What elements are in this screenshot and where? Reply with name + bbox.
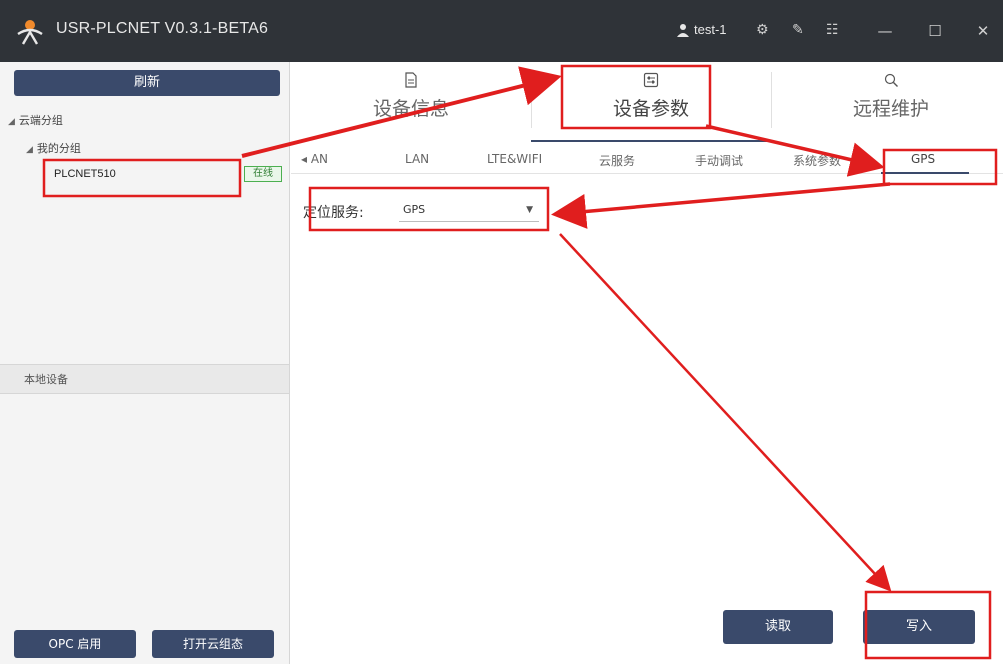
location-service-label: 定位服务: (303, 205, 364, 221)
subtab-system-params[interactable]: 系统参数 (793, 152, 841, 169)
tree-node-cloud-group[interactable]: ◢ 云端分组 (8, 112, 63, 128)
tab-divider (771, 72, 772, 128)
expand-arrow-icon: ◢ (8, 117, 15, 127)
tab-divider (531, 72, 532, 128)
cloud-group-label: 云端分组 (18, 114, 63, 127)
tab-label: 设备信息 (372, 98, 449, 120)
refresh-button[interactable]: 刷新 (14, 70, 280, 96)
edit-pen-icon[interactable]: ✎ (792, 22, 804, 38)
tab-label: 远程维护 (852, 98, 929, 120)
location-service-select[interactable]: GPS ▼ (399, 198, 539, 222)
tab-device-info[interactable]: 设备信息 (331, 68, 491, 136)
device-item-plcnet510[interactable]: PLCNET510 (54, 168, 116, 180)
device-sidebar: 刷新 ◢ 云端分组 ◢ 我的分组 PLCNET510 在线 本地设备 OPC 启用 … (0, 62, 290, 664)
active-tab-underline (531, 140, 771, 142)
user-icon (677, 23, 689, 37)
subtab-cloud-service[interactable]: 云服务 (599, 152, 635, 169)
open-cloud-config-button[interactable]: 打开云组态 (152, 630, 274, 658)
tree-node-my-group[interactable]: ◢ 我的分组 (26, 140, 81, 156)
opc-enable-button[interactable]: OPC 启用 (14, 630, 136, 658)
subtab-gps[interactable]: GPS (911, 152, 935, 166)
tab-label: 设备参数 (612, 98, 689, 120)
language-icon[interactable]: ☷ (826, 22, 839, 38)
app-logo-icon (17, 20, 43, 45)
sub-tab-bar: ◂ AN LAN LTE&WIFI 云服务 手动调试 系统参数 GPS (291, 146, 1003, 174)
active-subtab-underline (881, 172, 969, 174)
subtab-wan-scroll[interactable]: ◂ AN (301, 152, 328, 166)
dropdown-caret-icon: ▼ (526, 205, 533, 215)
my-group-label: 我的分组 (36, 142, 81, 155)
location-service-value: GPS (403, 203, 426, 216)
local-devices-header[interactable]: 本地设备 (0, 364, 289, 394)
read-button[interactable]: 读取 (723, 610, 833, 644)
tab-device-params[interactable]: 设备参数 (571, 68, 731, 136)
close-button[interactable]: ✕ (968, 16, 998, 46)
settings-gear-icon[interactable]: ⚙ (756, 22, 769, 38)
write-button[interactable]: 写入 (863, 610, 975, 644)
subtab-lte-wifi[interactable]: LTE&WIFI (487, 152, 542, 166)
main-content: 设备信息 设备参数 远程维护 ◂ AN LAN LTE&WIFI 云服务 手动调… (291, 62, 1003, 664)
minimize-button[interactable]: — (870, 16, 900, 46)
document-icon (405, 72, 417, 88)
tab-remote-maintenance[interactable]: 远程维护 (811, 68, 971, 136)
online-status-badge: 在线 (244, 166, 282, 182)
expand-arrow-icon: ◢ (26, 145, 33, 155)
subtab-manual-debug[interactable]: 手动调试 (695, 152, 743, 169)
maximize-button[interactable]: ☐ (920, 16, 950, 46)
app-title: USR-PLCNET V0.3.1-BETA6 (56, 20, 269, 37)
search-doc-icon (884, 73, 898, 87)
user-menu[interactable]: test-1 (676, 22, 727, 37)
user-name: test-1 (694, 22, 727, 37)
subtab-lan[interactable]: LAN (405, 152, 429, 166)
title-bar: USR-PLCNET V0.3.1-BETA6 test-1 ⚙ ✎ ☷ — ☐… (0, 0, 1003, 62)
sliders-icon (643, 72, 659, 88)
